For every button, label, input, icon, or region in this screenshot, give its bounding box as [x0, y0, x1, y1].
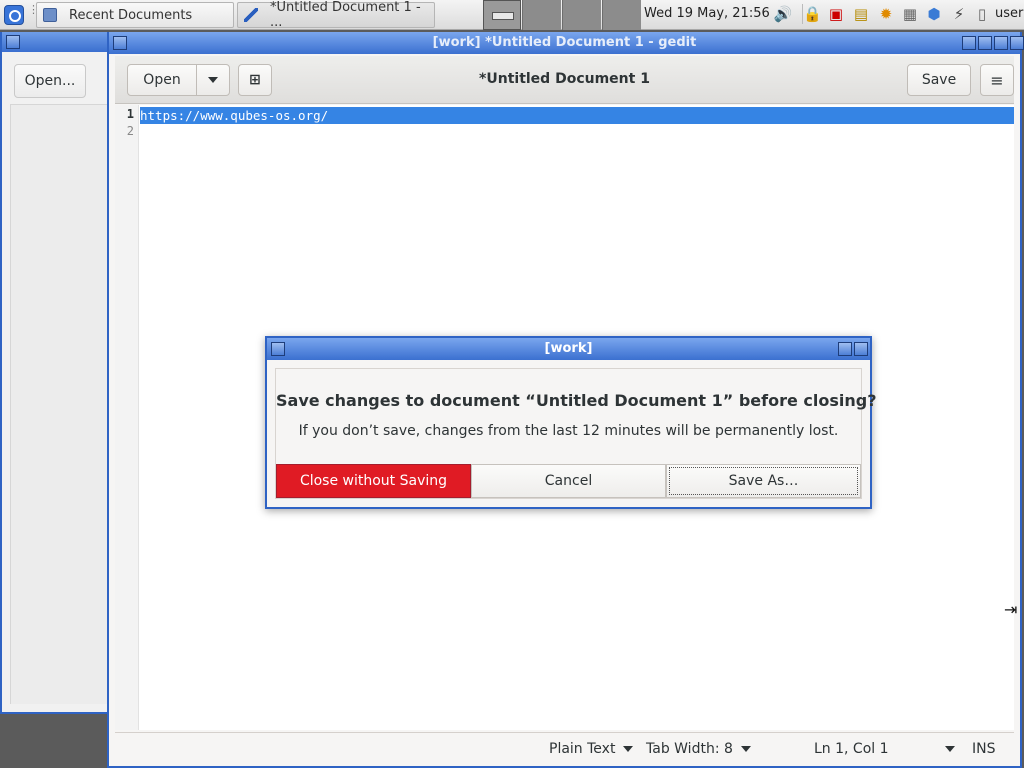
save-button[interactable]: Save — [907, 64, 971, 96]
task-gedit[interactable]: *Untitled Document 1 - ... — [237, 0, 435, 30]
window-menu-icon[interactable] — [6, 35, 20, 49]
mouse-cursor-icon: ⇥ — [1004, 600, 1018, 619]
dialog-body: Save changes to document “Untitled Docum… — [275, 368, 877, 499]
task-label: *Untitled Document 1 - ... — [270, 0, 421, 30]
shade-icon[interactable] — [962, 36, 976, 50]
close-icon[interactable] — [854, 342, 868, 356]
top-panel: ⋮ Recent Documents *Untitled Document 1 … — [0, 0, 1024, 30]
text-line[interactable] — [140, 124, 1014, 141]
document-title: *Untitled Document 1 — [479, 71, 650, 87]
hamburger-menu-button[interactable]: ≡ — [980, 64, 1014, 96]
disk-icon[interactable]: ▯ — [972, 4, 992, 24]
background-window-titlebar[interactable] — [2, 32, 108, 52]
cursor-position-label: Ln 1, Col 1 — [814, 741, 889, 757]
window-menu-icon[interactable] — [113, 36, 127, 50]
updates-icon[interactable]: ✹ — [876, 4, 896, 24]
devices-icon[interactable]: ⚡ — [949, 4, 969, 24]
task-recent-documents[interactable]: Recent Documents — [36, 2, 234, 28]
workspace-3[interactable] — [562, 0, 601, 30]
chevron-down-icon — [740, 746, 751, 752]
line-number: 2 — [126, 124, 134, 138]
insert-mode-label[interactable]: INS — [972, 741, 996, 757]
cancel-button[interactable]: Cancel — [471, 464, 666, 498]
qube-manager-icon[interactable]: ▤ — [851, 4, 871, 24]
chevron-down-icon — [944, 746, 955, 752]
dialog-button-row: Close without Saving Cancel Save As… — [276, 464, 861, 498]
maximize-icon[interactable] — [994, 36, 1008, 50]
domains-icon[interactable]: ⬢ — [924, 4, 944, 24]
document-icon — [43, 8, 57, 22]
panel-handle-icon: ⋮ — [28, 3, 39, 16]
headerbar: Open ⊞ *Untitled Document 1 Save ≡ — [115, 56, 1014, 104]
text-line[interactable]: https://www.qubes-os.org/ — [140, 107, 1014, 124]
dialog-message: If you don’t save, changes from the last… — [298, 423, 839, 439]
hamburger-icon: ≡ — [990, 70, 1004, 90]
clipboard-icon[interactable]: ▦ — [900, 4, 920, 24]
volume-icon[interactable]: 🔊 — [773, 4, 793, 24]
close-without-saving-button[interactable]: Close without Saving — [276, 464, 471, 498]
workspace-window-thumbnail — [492, 12, 514, 20]
gedit-titlebar[interactable]: [work] *Untitled Document 1 - gedit — [109, 32, 1024, 54]
network-icon[interactable]: ▣ — [826, 4, 846, 24]
shade-icon[interactable] — [838, 342, 852, 356]
line-number-gutter: 1 2 — [115, 105, 139, 730]
tab-width-label: Tab Width: 8 — [646, 741, 733, 757]
text-editor-icon — [244, 8, 258, 22]
dialog-heading: Save changes to document “Untitled Docum… — [276, 391, 877, 410]
line-number: 1 — [126, 107, 134, 121]
dialog-title: [work] — [544, 341, 593, 356]
task-label: Recent Documents — [69, 7, 193, 23]
user-menu[interactable]: user — [995, 6, 1023, 21]
background-window-body — [10, 104, 108, 704]
workspace-4[interactable] — [602, 0, 641, 30]
window-menu-icon[interactable] — [271, 342, 285, 356]
save-changes-dialog: [work] Save changes to document “Untitle… — [265, 336, 877, 509]
minimize-icon[interactable] — [978, 36, 992, 50]
dialog-titlebar[interactable]: [work] — [267, 338, 870, 360]
cursor-position-selector[interactable]: Ln 1, Col 1 — [814, 741, 955, 757]
close-icon[interactable] — [1010, 36, 1024, 50]
open-button[interactable]: Open... — [14, 64, 86, 98]
window-title: [work] *Untitled Document 1 - gedit — [432, 35, 697, 50]
language-label: Plain Text — [549, 741, 616, 757]
language-selector[interactable]: Plain Text — [549, 741, 634, 757]
statusbar: Plain Text Tab Width: 8 Ln 1, Col 1 INS — [115, 732, 1014, 766]
background-window: Open... — [0, 32, 110, 714]
chevron-down-icon — [623, 746, 634, 752]
save-as-button[interactable]: Save As… — [666, 464, 861, 498]
workspace-2[interactable] — [522, 0, 561, 30]
tab-width-selector[interactable]: Tab Width: 8 — [646, 741, 751, 757]
workspace-1[interactable] — [483, 0, 521, 30]
qubes-menu-icon[interactable] — [4, 5, 24, 25]
clock[interactable]: Wed 19 May, 21:56 — [644, 6, 770, 21]
lock-icon[interactable]: 🔒 — [802, 4, 822, 24]
